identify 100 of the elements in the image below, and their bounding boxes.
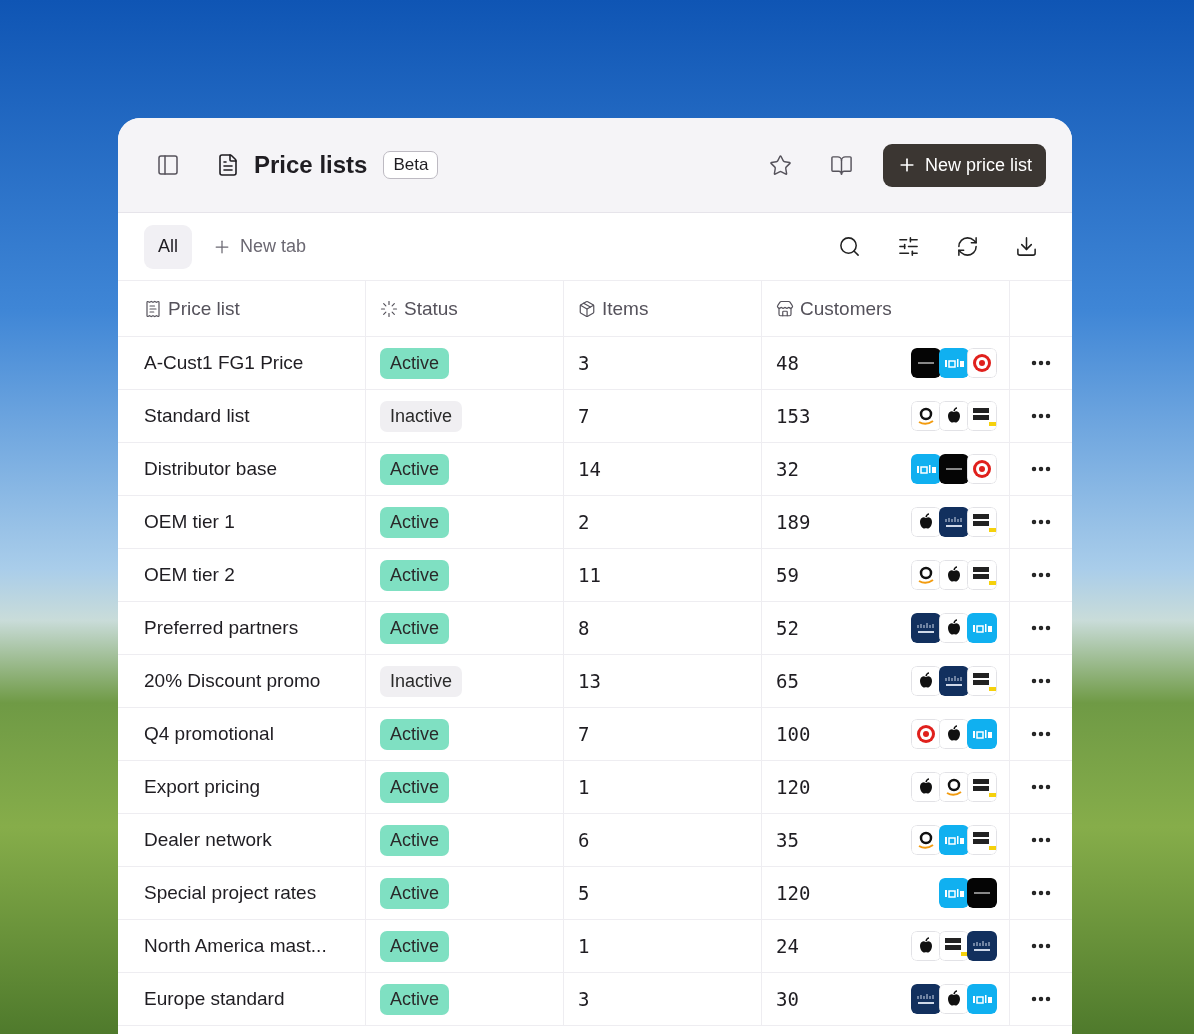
logo-icon (967, 560, 997, 590)
logo-icon (939, 772, 969, 802)
apple-icon (939, 984, 969, 1014)
table-cell: 13 (578, 670, 601, 692)
logo-icon (967, 613, 997, 643)
beta-badge: Beta (383, 151, 439, 179)
logo-icon (911, 613, 941, 643)
table-cell: 7 (578, 405, 590, 427)
page-title: Price lists (254, 151, 368, 179)
status-badge: Active (380, 877, 450, 909)
logo-icon (939, 878, 969, 908)
table-cell: 1 (578, 776, 590, 798)
column-icon (144, 299, 162, 318)
tab[interactable]: All (144, 224, 192, 269)
logo-icon (967, 984, 997, 1014)
column-icon (776, 299, 794, 318)
table-cell: Europe standard (118, 973, 366, 1026)
logo-icon (939, 348, 969, 378)
logo-icon (967, 719, 997, 749)
table-cell: 1 (578, 935, 590, 957)
logo-icon (967, 666, 997, 696)
logo-icon (911, 454, 941, 484)
table-cell: 120 (776, 882, 811, 904)
table-cell: North America mast... (118, 920, 366, 973)
table-cell: Standard list (118, 390, 366, 443)
target-icon (967, 348, 997, 378)
table-cell: 2 (578, 511, 590, 533)
apple-icon (939, 401, 969, 431)
table-cell: 120 (776, 776, 811, 798)
logo-icon (939, 507, 969, 537)
logo-icon (911, 401, 941, 431)
table-cell: 59 (776, 564, 799, 586)
table-cell: Special project rates (118, 867, 366, 920)
new-tab-button[interactable]: New tab (212, 236, 307, 257)
logo-icon (939, 454, 969, 484)
status-badge: Active (380, 453, 450, 485)
column-title: Status (404, 297, 458, 320)
status-badge: Active (380, 983, 450, 1015)
apple-icon (939, 560, 969, 590)
status-badge: Active (380, 824, 450, 856)
table-cell: Export pricing (118, 761, 366, 814)
logo-icon (967, 878, 997, 908)
logo-icon (967, 507, 997, 537)
table-cell: Preferred partners (118, 602, 366, 655)
table-cell: OEM tier 2 (118, 549, 366, 602)
table-cell: 6 (578, 829, 590, 851)
logo-icon (967, 401, 997, 431)
column-title: Customers (800, 297, 892, 320)
status-badge: Active (380, 771, 450, 803)
logo-icon (939, 666, 969, 696)
table-cell: 100 (776, 723, 811, 745)
column-title: Price list (168, 297, 240, 320)
table-cell: 35 (776, 829, 799, 851)
table-cell: 7 (578, 723, 590, 745)
status-badge: Active (380, 506, 450, 538)
table-cell: Dealer network (118, 814, 366, 867)
table-cell: 30 (776, 988, 799, 1010)
status-badge: Active (380, 559, 450, 591)
logo-icon (967, 772, 997, 802)
table-cell: 24 (776, 935, 799, 957)
apple-icon (911, 507, 941, 537)
column-icon (578, 299, 596, 318)
status-badge: Active (380, 930, 450, 962)
target-icon (911, 719, 941, 749)
logo-icon (939, 825, 969, 855)
column-icon (380, 299, 398, 318)
target-icon (967, 454, 997, 484)
table-cell: 14 (578, 458, 601, 480)
table-cell: 11 (578, 564, 601, 586)
table-cell: 3 (578, 352, 590, 374)
apple-icon (939, 613, 969, 643)
table-cell: A-Cust1 FG1 Price (118, 337, 366, 390)
table-cell: 5 (578, 882, 590, 904)
apple-icon (939, 719, 969, 749)
table-cell: 52 (776, 617, 799, 639)
table-cell: 48 (776, 352, 799, 374)
logo-icon (939, 931, 969, 961)
new-price-list-button[interactable]: New price list (882, 143, 1046, 187)
status-badge: Inactive (380, 665, 463, 697)
table-cell: Q4 promotional (118, 708, 366, 761)
status-badge: Active (380, 347, 450, 379)
table-cell: OEM tier 1 (118, 496, 366, 549)
table-cell: 189 (776, 511, 811, 533)
table-cell: 32 (776, 458, 799, 480)
logo-icon (911, 560, 941, 590)
apple-icon (911, 931, 941, 961)
status-badge: Inactive (380, 400, 463, 432)
table-cell: 8 (578, 617, 590, 639)
column-title: Items (602, 297, 649, 320)
table-cell: Distributor base (118, 443, 366, 496)
table-cell: 20% Discount promo (118, 655, 366, 708)
logo-icon (967, 825, 997, 855)
apple-icon (911, 772, 941, 802)
table-cell: 65 (776, 670, 799, 692)
logo-icon (967, 931, 997, 961)
logo-icon (911, 348, 941, 378)
table-cell: 3 (578, 988, 590, 1010)
logo-icon (911, 825, 941, 855)
apple-icon (911, 666, 941, 696)
table-cell: 153 (776, 405, 811, 427)
